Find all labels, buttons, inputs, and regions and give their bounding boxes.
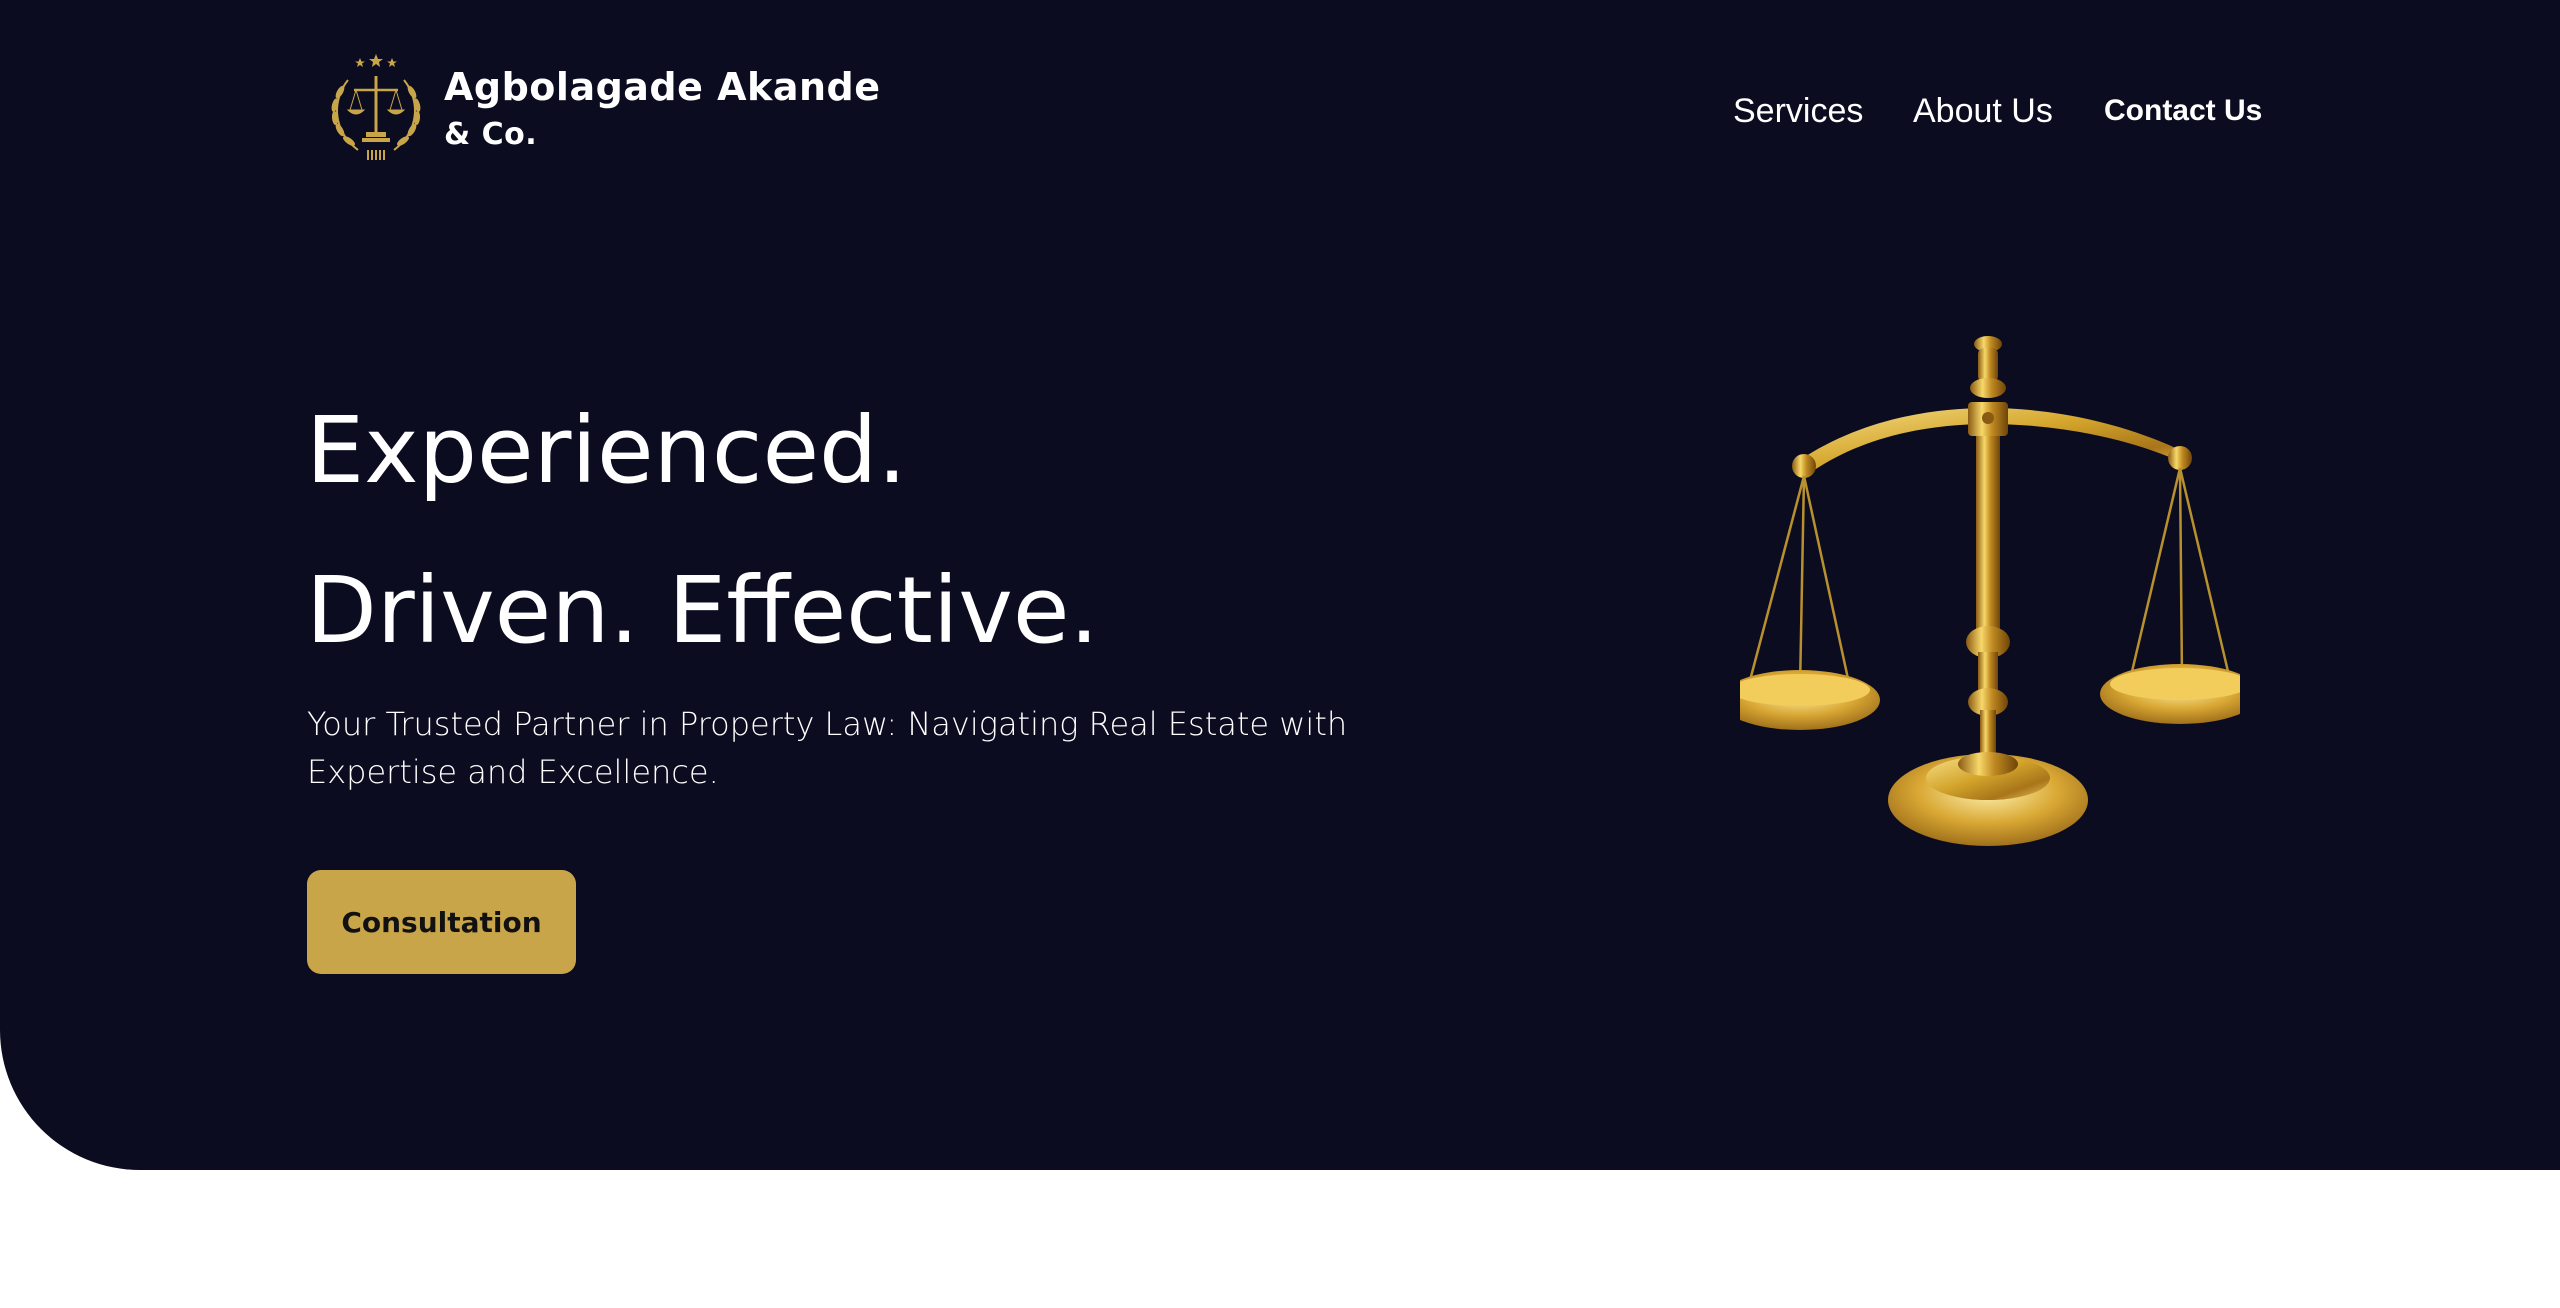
hero-headline-line1: Experienced. (306, 397, 907, 504)
main-nav: Services About Us Contact Us (0, 86, 2560, 136)
hero-headline-line2: Driven. Effective. (306, 557, 1099, 664)
nav-link-about-us[interactable]: About Us (1913, 86, 2053, 136)
consultation-button[interactable]: Consultation (307, 870, 576, 974)
nav-link-contact-us[interactable]: Contact Us (2104, 86, 2262, 136)
hero-subtitle: Your Trusted Partner in Property Law: Na… (307, 705, 1348, 791)
nav-link-services[interactable]: Services (1733, 86, 1863, 136)
gold-scales-of-justice-image (1740, 330, 2240, 860)
hero-section: Agbolagade Akande & Co. Services About U… (0, 0, 2560, 1170)
